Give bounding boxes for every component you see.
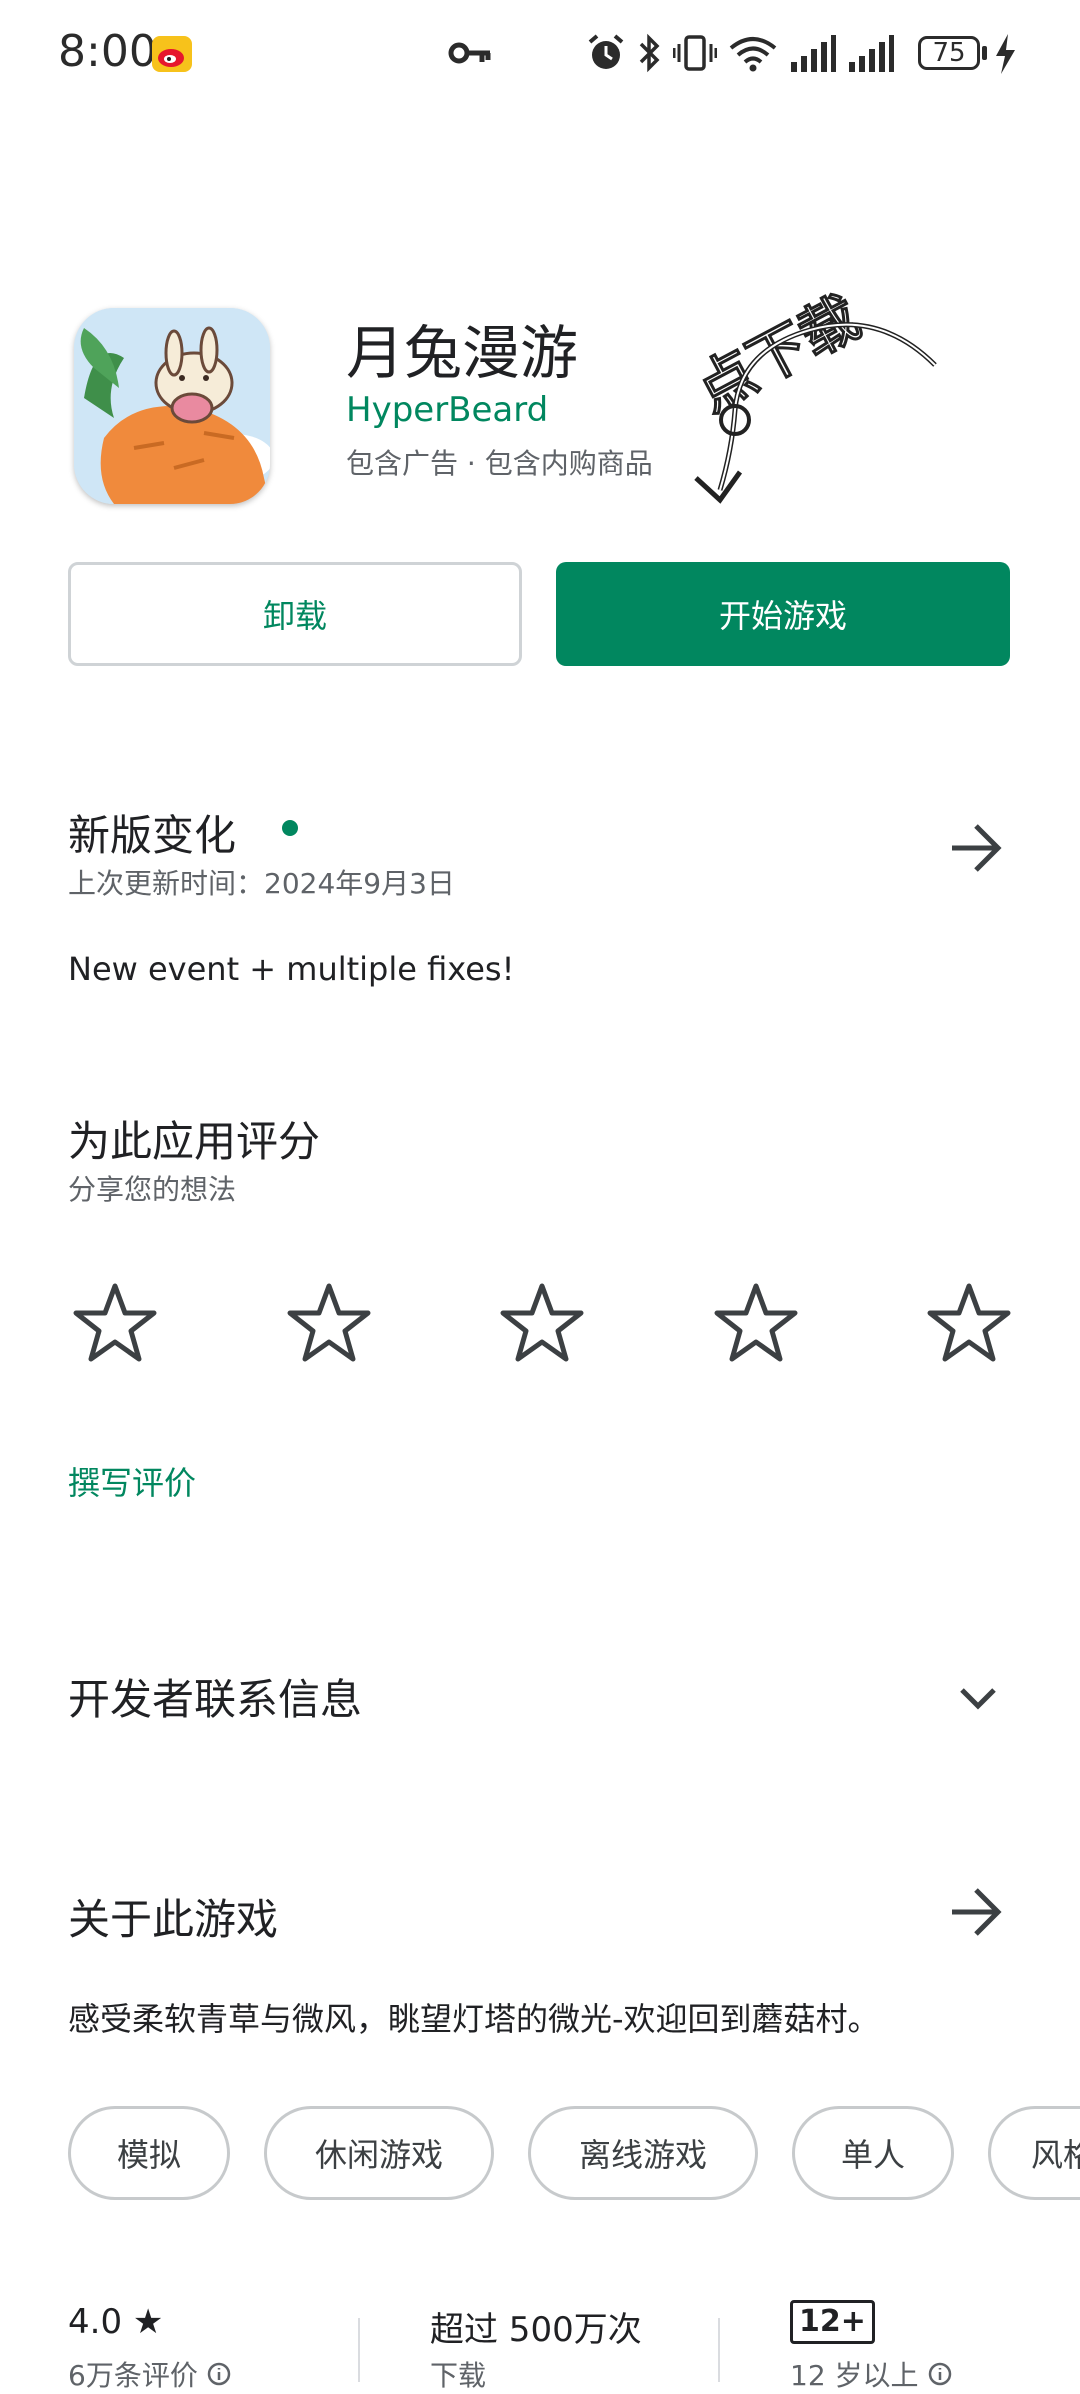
- rating-value: 4.0 ★: [68, 2302, 164, 2342]
- play-button[interactable]: 开始游戏: [556, 562, 1010, 666]
- wifi-icon: [729, 37, 777, 72]
- age-rating[interactable]: 12 岁以上: [790, 2354, 953, 2394]
- star-4-icon[interactable]: [713, 1280, 799, 1366]
- system-icons: [585, 30, 895, 76]
- info-icon: [928, 2362, 951, 2386]
- star-2-icon[interactable]: [286, 1280, 372, 1366]
- stats-divider: [358, 2318, 360, 2382]
- battery-tip: [982, 46, 987, 60]
- tag-chip[interactable]: 单人: [792, 2106, 954, 2200]
- last-updated: 上次更新时间：2024年9月3日: [68, 867, 455, 900]
- whats-new-arrow-icon[interactable]: [948, 820, 1004, 876]
- vibrate-icon: [673, 35, 717, 71]
- tag-chip[interactable]: 离线游戏: [528, 2106, 758, 2200]
- release-notes: New event + multiple fixes!: [68, 950, 515, 988]
- tag-chip[interactable]: 模拟: [68, 2106, 230, 2200]
- app-icon: [74, 308, 270, 504]
- developer-contact-title[interactable]: 开发者联系信息: [68, 1666, 362, 1727]
- uninstall-button[interactable]: 卸载: [68, 562, 522, 666]
- chevron-down-icon[interactable]: [956, 1676, 1000, 1720]
- star-3-icon[interactable]: [499, 1280, 585, 1366]
- developer-link[interactable]: HyperBeard: [346, 390, 548, 430]
- downloads-value: 超过 500万次: [430, 2310, 642, 2350]
- battery-indicator: 75: [918, 36, 980, 70]
- charging-icon: [996, 34, 1015, 74]
- star-1-icon[interactable]: [72, 1280, 158, 1366]
- new-indicator-dot: [282, 820, 298, 836]
- stats-divider: [718, 2318, 720, 2382]
- about-arrow-icon[interactable]: [948, 1884, 1004, 1940]
- whats-new-title: 新版变化: [68, 811, 237, 860]
- age-rating-label: 12 岁以上: [790, 2359, 919, 2392]
- age-rating-badge: 12+: [790, 2300, 875, 2344]
- info-icon: [207, 2362, 231, 2386]
- signal-icon: [849, 35, 894, 72]
- rating-count-label: 6万条评价: [68, 2359, 198, 2392]
- rating-count[interactable]: 6万条评价: [68, 2354, 232, 2394]
- rate-subtitle: 分享您的想法: [68, 1173, 237, 1206]
- signal-icon: [791, 35, 836, 72]
- rate-title: 为此应用评分: [68, 1117, 321, 1166]
- status-time: 8:00: [58, 26, 157, 77]
- bluetooth-icon: [639, 33, 660, 73]
- rating-stars: [72, 1280, 1012, 1366]
- tag-chip[interactable]: 风格: [988, 2106, 1080, 2200]
- app-meta: 包含广告 · 包含内购商品: [346, 447, 653, 480]
- download-annotation-arrow: 点下载: [685, 283, 937, 504]
- write-review-link[interactable]: 撰写评价: [68, 1458, 196, 1504]
- tag-chip[interactable]: 休闲游戏: [264, 2106, 494, 2200]
- alarm-icon: [588, 34, 624, 69]
- about-title: 关于此游戏: [68, 1895, 279, 1944]
- downloads-label: 下载: [430, 2359, 487, 2392]
- app-title: 月兔漫游: [346, 319, 579, 387]
- star-5-icon[interactable]: [926, 1280, 1012, 1366]
- annotation-text: 点下载: [686, 285, 870, 424]
- about-description: 感受柔软青草与微风，眺望灯塔的微光-欢迎回到蘑菇村。: [68, 2000, 880, 2038]
- vpn-key-icon: [448, 42, 491, 64]
- weibo-icon: [152, 36, 192, 72]
